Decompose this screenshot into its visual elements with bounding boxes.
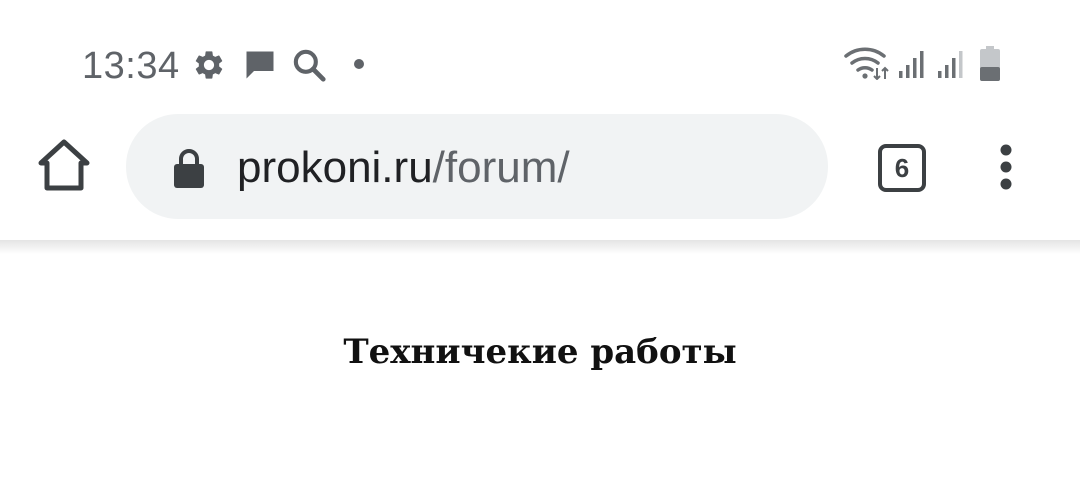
tab-count: 6 (894, 152, 910, 183)
notification-dot-icon (354, 59, 364, 69)
url-host: prokoni.ru (237, 143, 433, 192)
signal-icon (899, 51, 924, 78)
chat-icon (246, 51, 274, 79)
status-time: 13:34 (82, 45, 180, 87)
wifi-icon (844, 47, 889, 80)
battery-icon (980, 46, 1000, 81)
gear-icon (195, 51, 223, 79)
search-icon (293, 49, 326, 82)
lock-icon[interactable] (172, 148, 206, 188)
home-icon[interactable] (38, 138, 90, 194)
toolbar-shadow (0, 240, 1080, 254)
signal-icon (938, 51, 963, 78)
url-path: /forum/ (432, 143, 570, 192)
url-text[interactable]: prokoni.ru/forum/ (237, 143, 570, 193)
tab-switcher-button[interactable]: 6 (878, 144, 926, 192)
more-vert-icon[interactable] (992, 144, 1020, 190)
page-heading: Техничекие работы (343, 332, 737, 372)
status-bar: 13:34 (0, 0, 1080, 110)
